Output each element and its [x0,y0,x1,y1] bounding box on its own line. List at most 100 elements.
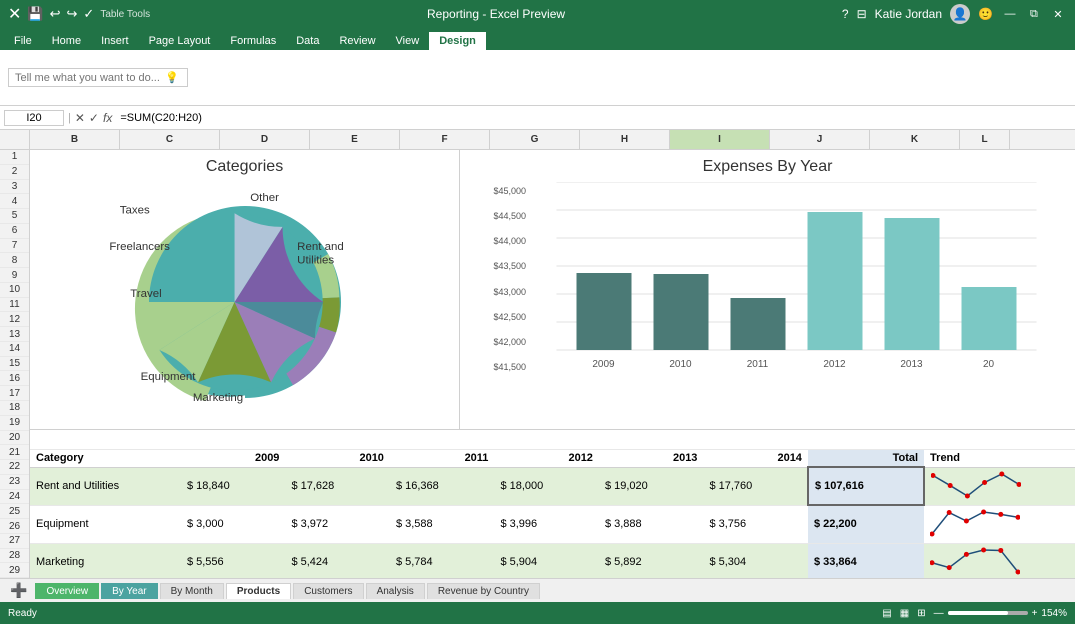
view-page-icon[interactable]: ⊞ [917,608,925,619]
tab-insert[interactable]: Insert [91,32,139,50]
ribbon-icon[interactable]: ⊟ [857,7,867,21]
table-cell[interactable]: $ 3,888 [599,505,704,543]
tab-design[interactable]: Design [429,32,486,50]
table-cell[interactable]: $ 18,000 [494,467,599,505]
zoom-in-button[interactable]: + [1032,608,1038,619]
confirm-icon[interactable]: ✓ [89,111,99,125]
col-header-h[interactable]: H [580,130,670,149]
search-input[interactable] [15,72,165,84]
tab-home[interactable]: Home [42,32,91,50]
row-17[interactable]: 17 [0,386,29,401]
row-15[interactable]: 15 [0,357,29,372]
table-cell[interactable]: $ 16,368 [390,467,495,505]
row-1[interactable]: 1 [0,150,29,165]
row-29[interactable]: 29 [0,563,29,578]
row-6[interactable]: 6 [0,224,29,239]
sheet-tab-by-month[interactable]: By Month [160,583,224,599]
col-header-j[interactable]: J [770,130,870,149]
row-21[interactable]: 21 [0,445,29,460]
row-27[interactable]: 27 [0,534,29,549]
row-3[interactable]: 3 [0,180,29,195]
table-cell[interactable]: $ 5,424 [285,543,390,578]
table-cell[interactable]: $ 5,892 [599,543,704,578]
col-header-l[interactable]: L [960,130,1010,149]
table-cell[interactable]: $ 5,904 [494,543,599,578]
sheet-tab-products[interactable]: Products [226,583,291,599]
table-cell[interactable]: $ 3,996 [494,505,599,543]
row-13[interactable]: 13 [0,327,29,342]
cancel-icon[interactable]: ✕ [75,111,85,125]
row-10[interactable]: 10 [0,283,29,298]
tab-review[interactable]: Review [329,32,385,50]
row-25[interactable]: 25 [0,504,29,519]
table-cell[interactable]: $ 3,588 [390,505,495,543]
view-layout-icon[interactable]: ▦ [900,608,909,619]
table-cell[interactable]: $ 17,628 [285,467,390,505]
col-header-k[interactable]: K [870,130,960,149]
sheet-tab-revenue-country[interactable]: Revenue by Country [427,583,540,599]
tab-page-layout[interactable]: Page Layout [139,32,221,50]
row-26[interactable]: 26 [0,519,29,534]
cell-reference-input[interactable] [4,110,64,126]
row-19[interactable]: 19 [0,416,29,431]
row-23[interactable]: 23 [0,475,29,490]
row-8[interactable]: 8 [0,253,29,268]
maximize-button[interactable]: ⧉ [1025,5,1043,23]
table-cell[interactable]: $ 5,304 [703,543,808,578]
minimize-button[interactable]: — [1001,5,1019,23]
quick-access-save[interactable]: 💾 [27,6,43,22]
zoom-bar[interactable] [948,611,1028,615]
tab-view[interactable]: View [386,32,430,50]
row-14[interactable]: 14 [0,342,29,357]
table-cell[interactable]: $ 5,556 [181,543,286,578]
tab-formulas[interactable]: Formulas [220,32,286,50]
table-cell[interactable]: $ 19,020 [599,467,704,505]
row-11[interactable]: 11 [0,298,29,313]
function-icon[interactable]: fx [103,111,112,125]
sheet-tab-by-year[interactable]: By Year [101,583,157,599]
row-18[interactable]: 18 [0,401,29,416]
sheet-tab-analysis[interactable]: Analysis [366,583,425,599]
quick-access-redo[interactable]: ↪ [67,6,78,22]
formula-input[interactable] [116,112,1071,124]
sheet-tab-customers[interactable]: Customers [293,583,363,599]
table-cell[interactable]: $ 107,616 [808,467,924,505]
table-cell[interactable]: $ 17,760 [703,467,808,505]
close-button[interactable]: ✕ [1049,5,1067,23]
col-header-i[interactable]: I [670,130,770,149]
help-icon[interactable]: ? [842,7,849,21]
table-cell[interactable]: $ 33,864 [808,543,924,578]
col-header-c[interactable]: C [120,130,220,149]
col-header-d[interactable]: D [220,130,310,149]
col-header-f[interactable]: F [400,130,490,149]
sheet-tab-overview[interactable]: Overview [35,583,99,599]
table-cell[interactable]: $ 22,200 [808,505,924,543]
col-header-e[interactable]: E [310,130,400,149]
row-12[interactable]: 12 [0,312,29,327]
table-cell[interactable]: $ 5,784 [390,543,495,578]
row-5[interactable]: 5 [0,209,29,224]
row-7[interactable]: 7 [0,239,29,254]
table-cell[interactable]: $ 3,000 [181,505,286,543]
quick-access-undo[interactable]: ↩ [50,6,61,22]
table-cell[interactable]: Equipment [30,505,181,543]
col-header-g[interactable]: G [490,130,580,149]
ribbon-search-box[interactable]: 💡 [8,68,188,87]
row-22[interactable]: 22 [0,460,29,475]
zoom-out-button[interactable]: — [934,608,944,619]
quick-access-misc[interactable]: ✓ [83,6,94,22]
row-4[interactable]: 4 [0,194,29,209]
row-16[interactable]: 16 [0,371,29,386]
tab-data[interactable]: Data [286,32,329,50]
view-normal-icon[interactable]: ▤ [882,608,891,619]
col-header-b[interactable]: B [30,130,120,149]
table-cell[interactable]: $ 3,972 [285,505,390,543]
tab-file[interactable]: File [4,32,42,50]
table-cell[interactable]: $ 3,756 [703,505,808,543]
row-24[interactable]: 24 [0,490,29,505]
row-2[interactable]: 2 [0,165,29,180]
add-sheet-button[interactable]: ➕ [4,582,33,599]
row-20[interactable]: 20 [0,431,29,446]
table-cell[interactable]: Rent and Utilities [30,467,181,505]
table-cell[interactable]: $ 18,840 [181,467,286,505]
